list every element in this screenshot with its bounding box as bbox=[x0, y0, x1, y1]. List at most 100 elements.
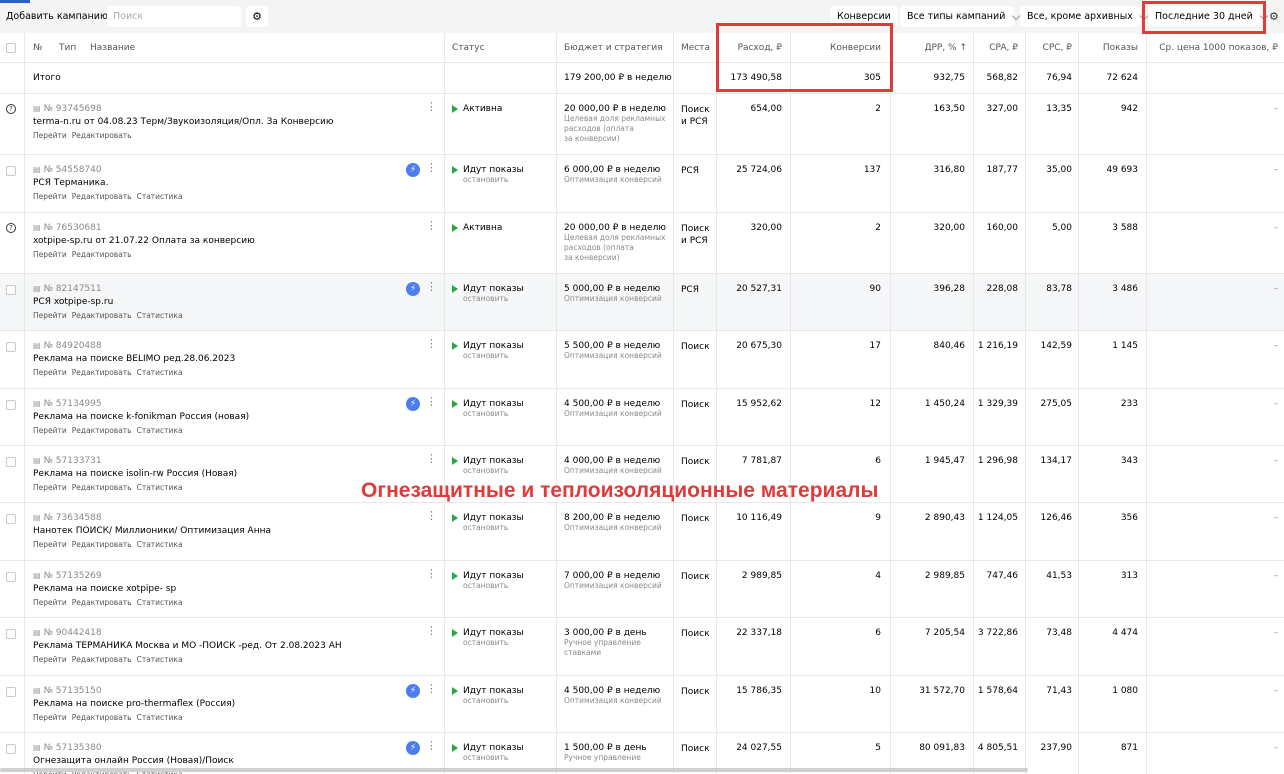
row-checkbox[interactable] bbox=[6, 285, 16, 295]
link-edit[interactable]: Редактировать bbox=[72, 131, 132, 140]
header-no[interactable]: № bbox=[33, 43, 42, 53]
gear-icon[interactable]: ⚙ bbox=[1269, 6, 1279, 27]
campaign-name[interactable]: Реклама ТЕРМАНИКА Москва и МО -ПОИСК -ре… bbox=[33, 641, 342, 651]
more-menu-icon[interactable]: ⋮ bbox=[426, 453, 437, 464]
header-cpc[interactable]: CPC, ₽ bbox=[1043, 43, 1072, 53]
link-stats[interactable]: Статистика bbox=[137, 655, 183, 664]
link-stats[interactable]: Статистика bbox=[137, 598, 183, 607]
lightning-icon[interactable]: ⚡ bbox=[406, 282, 420, 296]
more-menu-icon[interactable]: ⋮ bbox=[426, 625, 437, 636]
link-edit[interactable]: Редактировать bbox=[72, 250, 132, 259]
row-checkbox[interactable] bbox=[6, 744, 16, 754]
link-edit[interactable]: Редактировать bbox=[72, 426, 132, 435]
campaign-name[interactable]: terma-n.ru от 04.08.23 Терм/Звукоизоляци… bbox=[33, 117, 333, 127]
campaign-name[interactable]: РСЯ Терманика. bbox=[33, 178, 108, 188]
row-checkbox[interactable] bbox=[6, 687, 16, 697]
stop-link[interactable]: остановить bbox=[463, 753, 524, 763]
campaign-name[interactable]: Нанотек ПОИСК/ Миллионики/ Оптимизация А… bbox=[33, 526, 271, 536]
select-all-checkbox[interactable] bbox=[6, 43, 16, 53]
stop-link[interactable]: остановить bbox=[463, 351, 524, 361]
link-go[interactable]: Перейти bbox=[33, 713, 67, 722]
row-checkbox[interactable] bbox=[6, 166, 16, 176]
link-edit[interactable]: Редактировать bbox=[72, 192, 132, 201]
more-menu-icon[interactable]: ⋮ bbox=[426, 162, 437, 173]
header-type[interactable]: Тип bbox=[59, 43, 76, 53]
link-stats[interactable]: Статистика bbox=[137, 192, 183, 201]
archive-filter-select[interactable]: Все, кроме архивных bbox=[1020, 6, 1149, 27]
header-impressions[interactable]: Показы bbox=[1103, 43, 1138, 53]
header-name[interactable]: Название bbox=[90, 43, 135, 53]
row-checkbox[interactable] bbox=[6, 514, 16, 524]
link-stats[interactable]: Статистика bbox=[137, 483, 183, 492]
more-menu-icon[interactable]: ⋮ bbox=[426, 740, 437, 751]
lightning-icon[interactable]: ⚡ bbox=[406, 397, 420, 411]
link-go[interactable]: Перейти bbox=[33, 192, 67, 201]
link-go[interactable]: Перейти bbox=[33, 426, 67, 435]
more-menu-icon[interactable]: ⋮ bbox=[426, 338, 437, 349]
more-menu-icon[interactable]: ⋮ bbox=[426, 396, 437, 407]
campaign-name[interactable]: Реклама на поиске isolin-rw Россия (Нова… bbox=[33, 469, 237, 479]
row-checkbox[interactable] bbox=[6, 400, 16, 410]
period-select[interactable]: Последние 30 дней bbox=[1148, 6, 1269, 27]
more-menu-icon[interactable]: ⋮ bbox=[426, 510, 437, 521]
more-menu-icon[interactable]: ⋮ bbox=[426, 683, 437, 694]
link-stats[interactable]: Статистика bbox=[137, 426, 183, 435]
header-cpa[interactable]: CPA, ₽ bbox=[989, 43, 1018, 53]
link-edit[interactable]: Редактировать bbox=[72, 311, 132, 320]
header-conversions[interactable]: Конверсии bbox=[830, 43, 881, 53]
link-edit[interactable]: Редактировать bbox=[72, 713, 132, 722]
more-menu-icon[interactable]: ⋮ bbox=[426, 220, 437, 231]
link-go[interactable]: Перейти bbox=[33, 250, 67, 259]
stop-link[interactable]: остановить bbox=[463, 294, 524, 304]
stop-link[interactable]: остановить bbox=[463, 696, 524, 706]
link-go[interactable]: Перейти bbox=[33, 131, 67, 140]
settings-sliders-icon[interactable]: ⚙ bbox=[246, 6, 268, 27]
link-edit[interactable]: Редактировать bbox=[72, 655, 132, 664]
link-go[interactable]: Перейти bbox=[33, 483, 67, 492]
stop-link[interactable]: остановить bbox=[463, 638, 524, 648]
row-checkbox[interactable] bbox=[6, 629, 16, 639]
link-go[interactable]: Перейти bbox=[33, 598, 67, 607]
link-stats[interactable]: Статистика bbox=[137, 540, 183, 549]
stop-link[interactable]: остановить bbox=[463, 581, 524, 591]
link-stats[interactable]: Статистика bbox=[137, 311, 183, 320]
stop-link[interactable]: остановить bbox=[463, 409, 524, 419]
stop-link[interactable]: остановить bbox=[463, 523, 524, 533]
campaign-types-select[interactable]: Все типы кампаний bbox=[900, 6, 1021, 27]
link-stats[interactable]: Статистика bbox=[137, 713, 183, 722]
stop-link[interactable]: остановить bbox=[463, 466, 524, 476]
campaign-name[interactable]: Реклама на поиске k-fonikman Россия (нов… bbox=[33, 412, 249, 422]
campaign-name[interactable]: РСЯ xotpipe-sp.ru bbox=[33, 297, 113, 307]
link-stats[interactable]: Статистика bbox=[137, 368, 183, 377]
link-edit[interactable]: Редактировать bbox=[72, 483, 132, 492]
stop-link[interactable]: остановить bbox=[463, 175, 524, 185]
campaign-name[interactable]: Реклама на поиске pro-thermaflex (Россия… bbox=[33, 699, 235, 709]
more-menu-icon[interactable]: ⋮ bbox=[426, 281, 437, 292]
row-checkbox[interactable] bbox=[6, 572, 16, 582]
row-checkbox[interactable] bbox=[6, 342, 16, 352]
link-go[interactable]: Перейти bbox=[33, 368, 67, 377]
conversions-filter-button[interactable]: Конверсии bbox=[830, 6, 898, 27]
header-places[interactable]: Места bbox=[681, 43, 710, 53]
question-icon[interactable]: ? bbox=[6, 104, 16, 114]
horizontal-scrollbar[interactable] bbox=[0, 768, 1028, 772]
link-go[interactable]: Перейти bbox=[33, 655, 67, 664]
lightning-icon[interactable]: ⚡ bbox=[406, 741, 420, 755]
lightning-icon[interactable]: ⚡ bbox=[406, 163, 420, 177]
header-cpm[interactable]: Ср. цена 1000 показов, ₽ bbox=[1159, 43, 1278, 53]
link-go[interactable]: Перейти bbox=[33, 540, 67, 549]
header-drr[interactable]: ДРР, % ↑ bbox=[924, 43, 967, 53]
campaign-name[interactable]: xotpipe-sp.ru от 21.07.22 Оплата за конв… bbox=[33, 236, 255, 246]
header-status[interactable]: Статус bbox=[452, 43, 485, 53]
campaign-name[interactable]: Огнезащита онлайн Россия (Новая)/Поиск bbox=[33, 756, 234, 766]
search-input[interactable]: Поиск bbox=[107, 6, 241, 27]
campaign-name[interactable]: Реклама на поиске xotpipe- sp bbox=[33, 584, 176, 594]
header-budget[interactable]: Бюджет и стратегия bbox=[564, 43, 663, 53]
row-checkbox[interactable] bbox=[6, 457, 16, 467]
campaign-name[interactable]: Реклама на поиске BELIMO ред.28.06.2023 bbox=[33, 354, 235, 364]
more-menu-icon[interactable]: ⋮ bbox=[426, 101, 437, 112]
add-campaign-button[interactable]: Добавить кампанию bbox=[6, 6, 108, 27]
header-spend[interactable]: Расход, ₽ bbox=[738, 43, 782, 53]
link-edit[interactable]: Редактировать bbox=[72, 540, 132, 549]
link-edit[interactable]: Редактировать bbox=[72, 598, 132, 607]
